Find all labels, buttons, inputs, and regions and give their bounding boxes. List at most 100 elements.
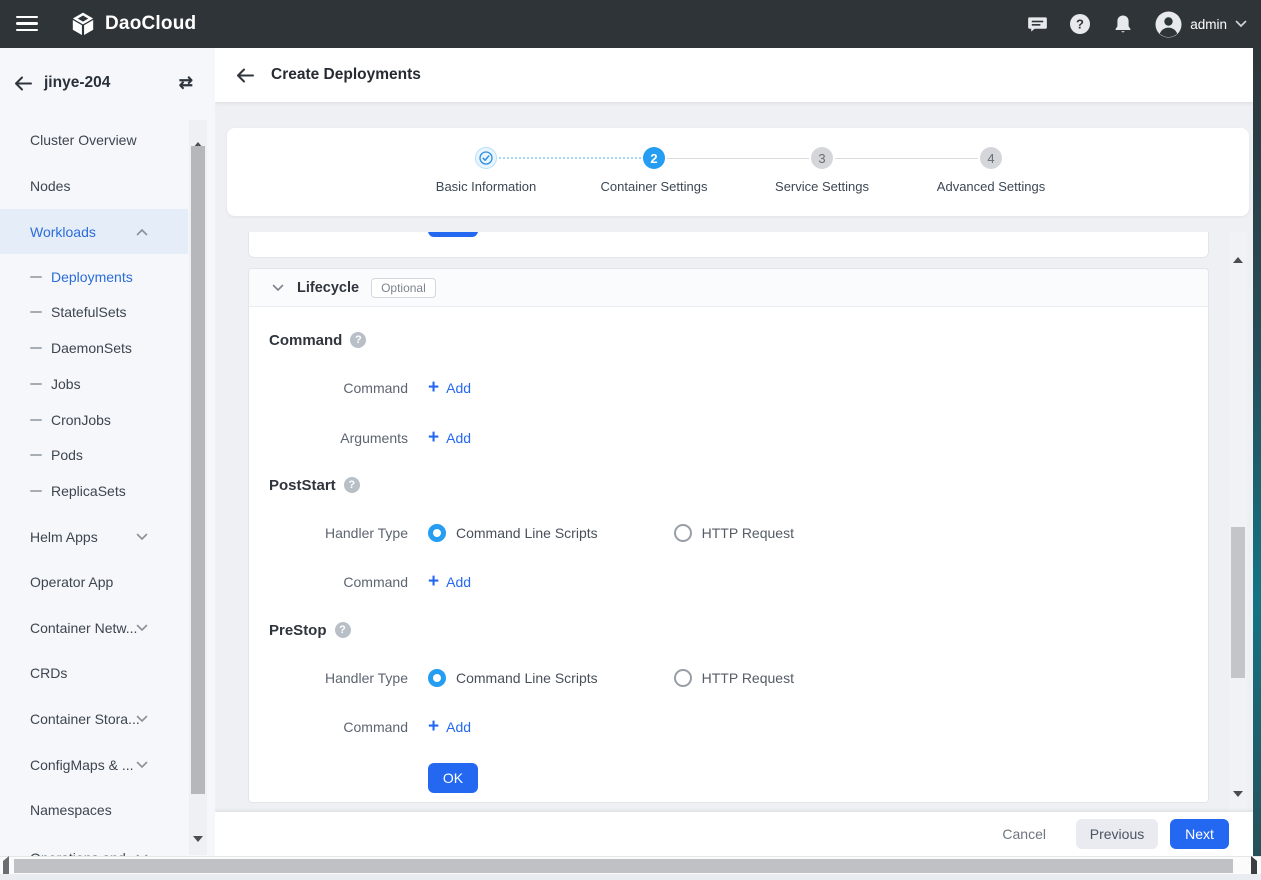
sidebar-item-helm-apps[interactable]: Helm Apps	[0, 515, 188, 559]
sidebar-item-jobs[interactable]: Jobs	[0, 367, 188, 401]
chevron-down-icon	[1235, 20, 1247, 28]
help-icon[interactable]: ?	[1069, 13, 1091, 35]
sidebar-item-pods[interactable]: Pods	[0, 438, 188, 472]
svg-text:?: ?	[1076, 17, 1084, 32]
plus-icon: +	[428, 381, 439, 395]
step-1-circle	[475, 147, 497, 169]
step-3-label: Service Settings	[737, 179, 907, 194]
sidebar: jinye-204 ⇄ Cluster Overview Nodes Workl…	[0, 48, 215, 880]
lifecycle-title: Lifecycle	[297, 280, 359, 296]
topbar-actions: ? admin	[1026, 0, 1247, 48]
ok-button[interactable]: OK	[428, 763, 478, 793]
poststart-command-row: Command +Add	[249, 572, 1208, 592]
scroll-up-arrow[interactable]	[1233, 240, 1243, 258]
user-menu[interactable]: admin	[1155, 11, 1247, 38]
brand[interactable]: DaoCloud	[70, 0, 196, 48]
content-scrollbar-thumb[interactable]	[1231, 527, 1245, 678]
previous-section-card	[248, 232, 1209, 258]
dash-icon	[30, 419, 42, 421]
field-label: Handler Type	[249, 525, 408, 541]
help-icon[interactable]: ?	[344, 477, 360, 493]
dash-icon	[30, 276, 42, 278]
radio-command-line-scripts[interactable]	[428, 669, 446, 687]
window-vertical-scrollbar[interactable]	[1253, 48, 1261, 856]
clipped-ok-button[interactable]	[428, 232, 478, 237]
sidebar-item-container-storage[interactable]: Container Stora...	[0, 697, 188, 741]
form-scroll-viewport: Lifecycle Optional Command ? Command +Ad…	[215, 232, 1253, 812]
add-command-button[interactable]: +Add	[428, 380, 471, 396]
poststart-handler-type-row: Handler Type Command Line Scripts HTTP R…	[249, 523, 1208, 543]
dash-icon	[30, 490, 42, 492]
field-label: Handler Type	[249, 670, 408, 686]
previous-button[interactable]: Previous	[1076, 819, 1158, 849]
chevron-down-icon	[136, 761, 148, 769]
sidebar-item-operator-app[interactable]: Operator App	[0, 560, 188, 604]
step-connector	[667, 158, 809, 159]
back-arrow-icon[interactable]	[14, 76, 32, 91]
sidebar-header: jinye-204 ⇄	[0, 66, 215, 100]
step-1-label: Basic Information	[401, 179, 571, 194]
collapse-chevron-icon[interactable]	[272, 284, 284, 292]
username-label: admin	[1190, 17, 1227, 32]
cancel-button[interactable]: Cancel	[1002, 826, 1046, 842]
notifications-bell-icon[interactable]	[1112, 13, 1134, 35]
content-scrollbar[interactable]	[1229, 232, 1247, 812]
footer-actions: Cancel Previous Next	[215, 812, 1253, 856]
optional-badge: Optional	[371, 278, 436, 298]
daocloud-logo-icon	[70, 11, 96, 37]
sidebar-item-workloads[interactable]: Workloads	[0, 209, 188, 254]
step-4-label: Advanced Settings	[906, 179, 1076, 194]
prestop-handler-type-row: Handler Type Command Line Scripts HTTP R…	[249, 668, 1208, 688]
sidebar-item-cronjobs[interactable]: CronJobs	[0, 403, 188, 437]
field-label: Command	[249, 380, 408, 396]
add-prestop-command-button[interactable]: +Add	[428, 719, 471, 735]
field-label: Arguments	[249, 430, 408, 446]
step-2-circle: 2	[643, 147, 665, 169]
plus-icon: +	[428, 720, 439, 734]
add-arguments-button[interactable]: +Add	[428, 430, 471, 446]
sidebar-item-statefulsets[interactable]: StatefulSets	[0, 295, 188, 329]
prestop-command-row: Command +Add	[249, 717, 1208, 737]
sidebar-scrollbar-thumb[interactable]	[191, 146, 205, 794]
dash-icon	[30, 311, 42, 313]
command-row: Command +Add	[249, 378, 1208, 398]
sidebar-scrollbar[interactable]	[189, 120, 207, 855]
chevron-down-icon	[136, 533, 148, 541]
top-bar: DaoCloud ? admin	[0, 0, 1261, 48]
lifecycle-section-header[interactable]: Lifecycle Optional	[249, 269, 1208, 307]
step-2-label: Container Settings	[569, 179, 739, 194]
chevron-down-icon	[136, 624, 148, 632]
sidebar-item-namespaces[interactable]: Namespaces	[0, 788, 188, 832]
step-4-circle: 4	[980, 147, 1002, 169]
sidebar-item-nodes[interactable]: Nodes	[0, 164, 188, 208]
sidebar-item-daemonsets[interactable]: DaemonSets	[0, 331, 188, 365]
radio-http-request[interactable]	[674, 524, 692, 542]
window-bottom-edge	[0, 874, 1261, 880]
sidebar-item-crds[interactable]: CRDs	[0, 651, 188, 695]
poststart-section-heading: PostStart ?	[269, 476, 360, 494]
sidebar-item-configmaps[interactable]: ConfigMaps & ...	[0, 743, 188, 787]
switch-cluster-icon[interactable]: ⇄	[179, 73, 193, 93]
next-button[interactable]: Next	[1170, 819, 1229, 849]
command-section-heading: Command ?	[269, 331, 366, 349]
add-poststart-command-button[interactable]: +Add	[428, 574, 471, 590]
check-icon	[479, 151, 493, 165]
radio-http-request[interactable]	[674, 669, 692, 687]
horizontal-scrollbar-thumb[interactable]	[14, 859, 1233, 873]
sidebar-item-replicasets[interactable]: ReplicaSets	[0, 474, 188, 508]
help-icon[interactable]: ?	[350, 332, 366, 348]
scroll-up-arrow[interactable]	[193, 125, 203, 143]
help-icon[interactable]: ?	[335, 622, 351, 638]
hamburger-menu-icon[interactable]	[16, 16, 38, 31]
sidebar-item-container-network[interactable]: Container Netw...	[0, 606, 188, 650]
chevron-up-icon	[136, 228, 148, 236]
window-horizontal-scrollbar[interactable]	[0, 856, 1261, 874]
sidebar-item-deployments[interactable]: Deployments	[0, 260, 188, 294]
step-connector	[499, 157, 641, 159]
back-arrow-icon[interactable]	[236, 68, 254, 83]
radio-command-line-scripts[interactable]	[428, 524, 446, 542]
messages-icon[interactable]	[1026, 13, 1048, 35]
lifecycle-card: Lifecycle Optional Command ? Command +Ad…	[248, 268, 1209, 803]
sidebar-item-cluster-overview[interactable]: Cluster Overview	[0, 118, 188, 162]
step-3-circle: 3	[811, 147, 833, 169]
